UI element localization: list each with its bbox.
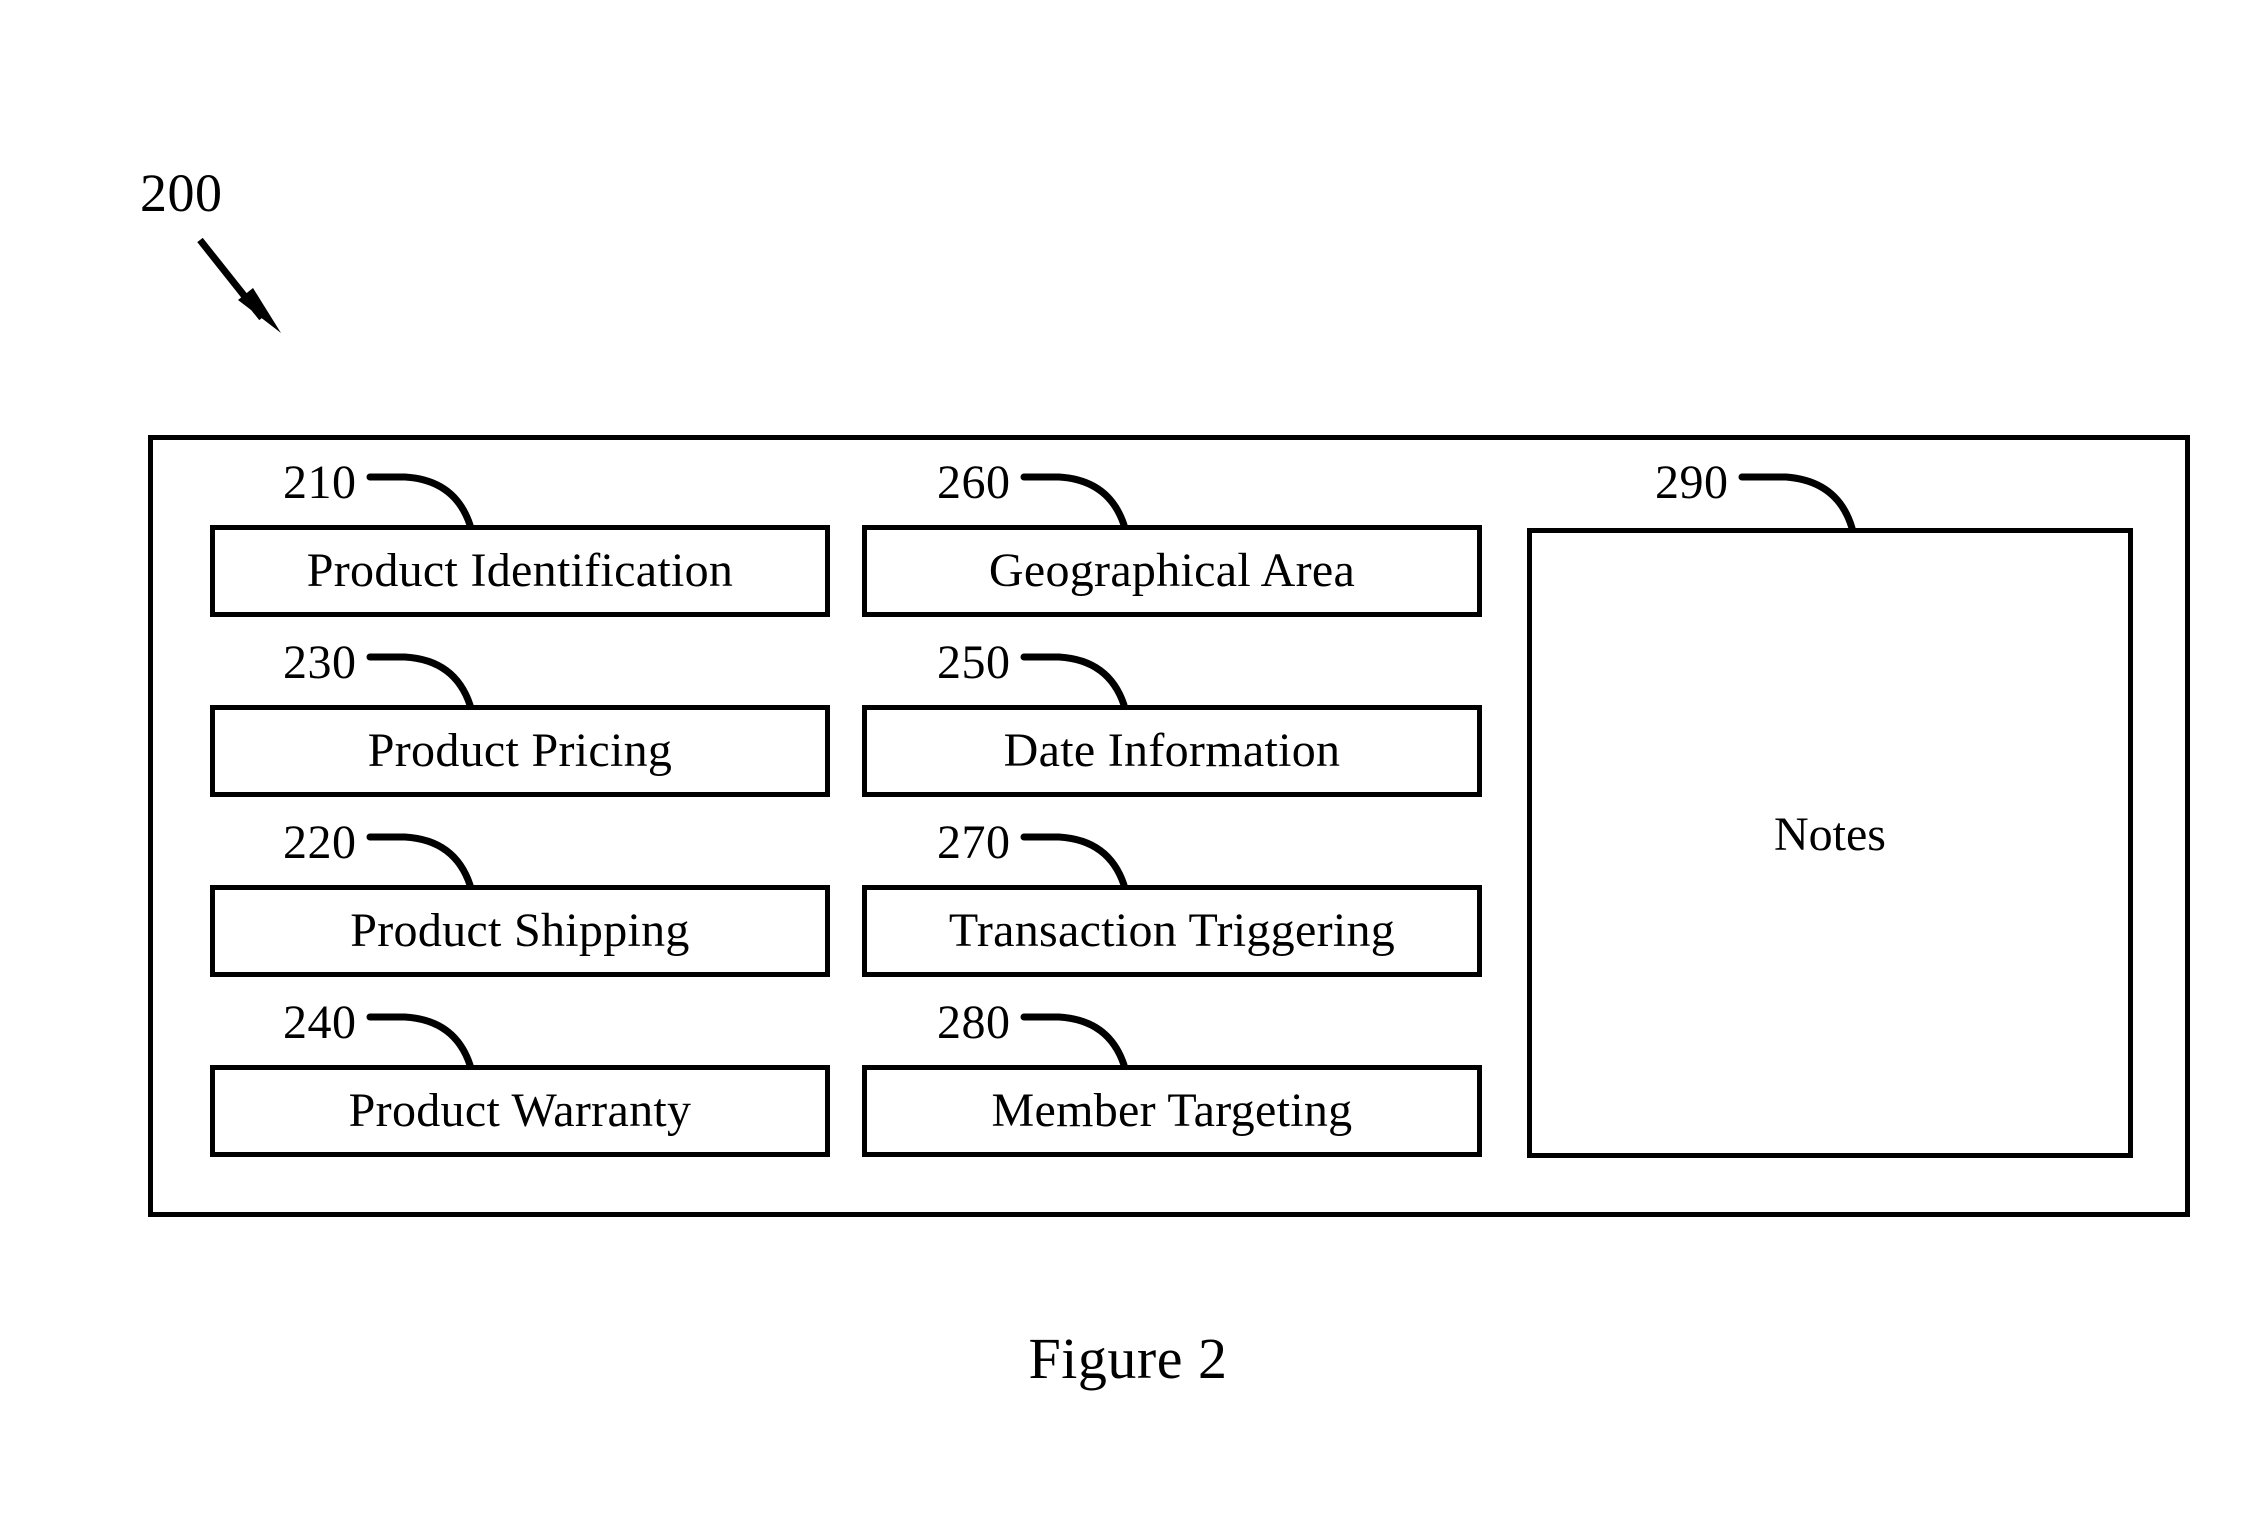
reference-numeral-240: 240 (283, 996, 357, 1049)
reference-numeral-220: 220 (283, 816, 357, 869)
module-box-product-shipping[interactable]: Product Shipping (210, 885, 830, 977)
module-box-transaction-triggering[interactable]: Transaction Triggering (862, 885, 1482, 977)
reference-numeral-230: 230 (283, 636, 357, 689)
root-pointer-arrow (197, 237, 281, 333)
module-label-member-targeting: Member Targeting (991, 1084, 1353, 1137)
reference-numeral-280: 280 (937, 996, 1011, 1049)
notes-panel-label: Notes (1774, 808, 1886, 861)
module-box-product-identification[interactable]: Product Identification (210, 525, 830, 617)
module-box-member-targeting[interactable]: Member Targeting (862, 1065, 1482, 1157)
module-box-date-information[interactable]: Date Information (862, 705, 1482, 797)
patent-figure-2: 200 210 Product Identification 230 Produ… (0, 0, 2256, 1521)
module-label-product-pricing: Product Pricing (367, 724, 673, 777)
module-label-geographical-area: Geographical Area (988, 544, 1356, 597)
reference-numeral-260: 260 (937, 456, 1011, 509)
module-label-date-information: Date Information (1003, 724, 1341, 777)
module-label-product-identification: Product Identification (306, 544, 734, 597)
module-label-product-warranty: Product Warranty (348, 1084, 692, 1137)
module-label-product-shipping: Product Shipping (350, 904, 690, 957)
reference-numeral-270: 270 (937, 816, 1011, 869)
module-box-product-pricing[interactable]: Product Pricing (210, 705, 830, 797)
module-label-transaction-triggering: Transaction Triggering (948, 904, 1396, 957)
module-box-geographical-area[interactable]: Geographical Area (862, 525, 1482, 617)
reference-numeral-290: 290 (1655, 456, 1729, 509)
reference-numeral-250: 250 (937, 636, 1011, 689)
module-box-product-warranty[interactable]: Product Warranty (210, 1065, 830, 1157)
figure-caption: Figure 2 (1028, 1326, 1228, 1391)
reference-numeral-210: 210 (283, 456, 357, 509)
reference-numeral-200: 200 (140, 163, 223, 223)
notes-panel[interactable]: Notes (1527, 528, 2133, 1158)
